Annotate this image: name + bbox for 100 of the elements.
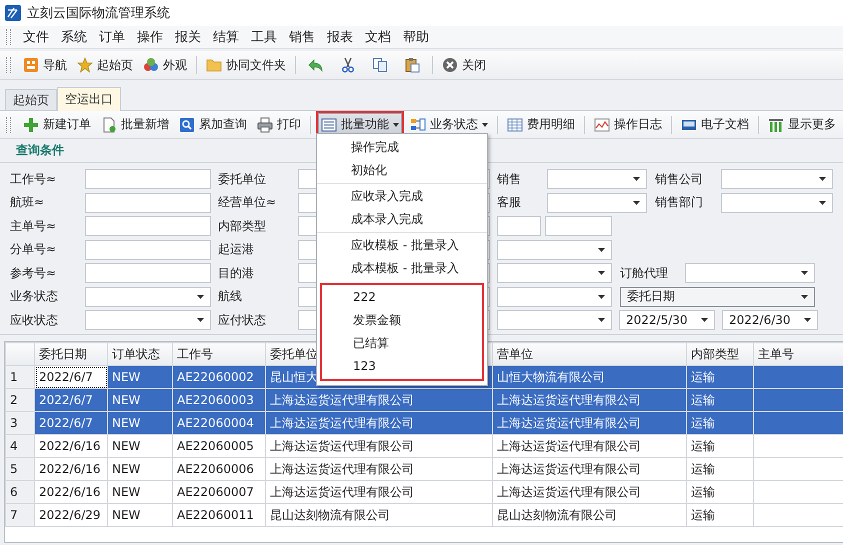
table-cell: 上海达运货运代理有限公司 xyxy=(266,388,492,412)
field-label: 销售公司 xyxy=(655,170,704,188)
menu-item[interactable]: 应收录入完成 xyxy=(317,185,487,208)
toolbar-button[interactable]: 协同文件夹 xyxy=(202,54,290,76)
field-label: 应收状态 xyxy=(10,312,59,328)
menu-item[interactable]: 工具 xyxy=(245,28,283,46)
document-icon xyxy=(101,116,117,132)
table-cell: AE22060004 xyxy=(172,412,266,434)
menu-item[interactable]: 文件 xyxy=(17,28,55,46)
caret-icon xyxy=(819,177,826,181)
caret-icon xyxy=(197,318,204,322)
column-header[interactable]: 主单号 xyxy=(754,342,843,366)
table-cell: 运输 xyxy=(686,434,754,458)
date-field[interactable]: 2022/6/30 xyxy=(722,310,818,330)
menu-item[interactable]: 成本模板 - 批量录入 xyxy=(317,257,487,280)
table-cell: 2022/6/7 xyxy=(34,388,108,412)
menu-item[interactable]: 系统 xyxy=(55,28,93,46)
input-field[interactable] xyxy=(545,216,612,236)
toolbar-button[interactable]: 累加查询 xyxy=(175,114,251,136)
field-label: 销售 xyxy=(497,170,522,188)
menu-item[interactable]: 发票金额 xyxy=(322,309,482,332)
column-header[interactable]: 委托日期 xyxy=(34,342,108,366)
menu-item[interactable]: 销售 xyxy=(283,28,321,46)
plus-icon xyxy=(23,116,39,132)
toolbar-button[interactable]: 打印 xyxy=(253,114,305,136)
row-number: 4 xyxy=(6,434,34,458)
menu-item[interactable]: 222 xyxy=(322,286,482,309)
toolbar-button[interactable]: 显示更多 xyxy=(764,114,840,136)
input-field[interactable] xyxy=(85,240,211,260)
dropdown-field[interactable] xyxy=(547,169,647,189)
dropdown-field[interactable] xyxy=(685,263,815,283)
table-cell: 运输 xyxy=(686,366,754,388)
field-label: 目的港 xyxy=(218,264,255,282)
caret-icon xyxy=(598,271,605,275)
field-label: 工作号≈ xyxy=(10,170,58,188)
field-label: 航线 xyxy=(218,288,243,305)
dropdown-field[interactable] xyxy=(547,192,647,212)
menu-item[interactable]: 已结算 xyxy=(322,332,482,355)
menu-item[interactable]: 操作 xyxy=(131,28,169,46)
dropdown-field[interactable]: 委托日期 xyxy=(620,286,815,306)
dropdown-field[interactable] xyxy=(497,240,612,260)
caret-icon xyxy=(701,318,708,322)
input-field[interactable] xyxy=(497,216,541,236)
toolbar-button[interactable]: 操作日志 xyxy=(590,114,666,136)
caret-icon xyxy=(598,318,605,322)
toolbar-button[interactable]: 外观 xyxy=(139,54,191,76)
table-cell: NEW xyxy=(108,412,172,434)
dropdown-field[interactable] xyxy=(85,310,211,330)
dropdown-field[interactable] xyxy=(497,263,612,283)
toolbar-button[interactable]: 批量新增 xyxy=(97,114,173,136)
dropdown-field[interactable] xyxy=(85,286,211,306)
menu-item[interactable]: 初始化 xyxy=(317,159,487,182)
column-header[interactable]: 营单位 xyxy=(492,342,686,366)
menu-item[interactable]: 结算 xyxy=(207,28,245,46)
toolbar-button[interactable]: 导航 xyxy=(19,54,71,76)
menu-item[interactable]: 成本录入完成 xyxy=(317,208,487,231)
menu-item[interactable]: 订单 xyxy=(93,28,131,46)
field-label: 业务状态 xyxy=(10,288,59,305)
table-cell: 2022/6/7 xyxy=(34,412,108,434)
toolbar-button[interactable]: 新建订单 xyxy=(19,114,95,136)
tab[interactable]: 起始页 xyxy=(5,89,57,110)
header-cell xyxy=(6,342,34,366)
input-field[interactable] xyxy=(85,263,211,283)
menu-item[interactable]: 操作完成 xyxy=(317,136,487,159)
dropdown-field[interactable] xyxy=(721,192,833,212)
menu-item[interactable]: 报关 xyxy=(169,28,207,46)
table-cell: 2022/6/29 xyxy=(34,504,108,526)
input-field[interactable] xyxy=(85,169,211,189)
input-field[interactable] xyxy=(85,192,211,212)
column-header[interactable]: 内部类型 xyxy=(686,342,754,366)
caret-icon xyxy=(804,318,811,322)
columns-icon xyxy=(768,116,784,132)
tab[interactable]: 空运出口 xyxy=(57,87,121,111)
menu-item[interactable]: 报表 xyxy=(321,28,359,46)
table-cell: 运输 xyxy=(686,412,754,434)
table-cell: 山恒大物流有限公司 xyxy=(492,366,686,388)
row-number: 3 xyxy=(6,412,34,434)
menu-item[interactable]: 应收模板 - 批量录入 xyxy=(317,234,487,257)
menu-item[interactable]: 帮助 xyxy=(397,28,435,46)
toolbar-button[interactable]: 费用明细 xyxy=(503,114,579,136)
toolbar-button[interactable]: 业务状态 xyxy=(406,114,492,136)
toolbar-button[interactable]: 电子文档 xyxy=(677,114,753,136)
column-header[interactable]: 订单状态 xyxy=(108,342,172,366)
field-label: 委托单位 xyxy=(218,170,267,188)
menu-item[interactable]: 文档 xyxy=(359,28,397,46)
input-field[interactable] xyxy=(85,216,211,236)
table-cell: NEW xyxy=(108,480,172,504)
toolbar-button[interactable]: 关闭 xyxy=(438,54,490,76)
column-header[interactable]: 工作号 xyxy=(172,342,266,366)
dropdown-field[interactable] xyxy=(721,169,833,189)
dropdown-field[interactable] xyxy=(497,286,612,306)
dropdown-field[interactable] xyxy=(497,310,612,330)
toolbar-button[interactable]: 起始页 xyxy=(73,54,137,76)
table-cell: AE22060002 xyxy=(172,366,266,388)
table-cell: 昆山达刻物流有限公司 xyxy=(492,504,686,526)
caret-icon xyxy=(598,294,605,298)
row-number: 1 xyxy=(6,366,34,388)
table-cell: 上海达运货运代理有限公司 xyxy=(266,434,492,458)
copy-icon xyxy=(372,57,388,73)
date-field[interactable]: 2022/5/30 xyxy=(619,310,715,330)
